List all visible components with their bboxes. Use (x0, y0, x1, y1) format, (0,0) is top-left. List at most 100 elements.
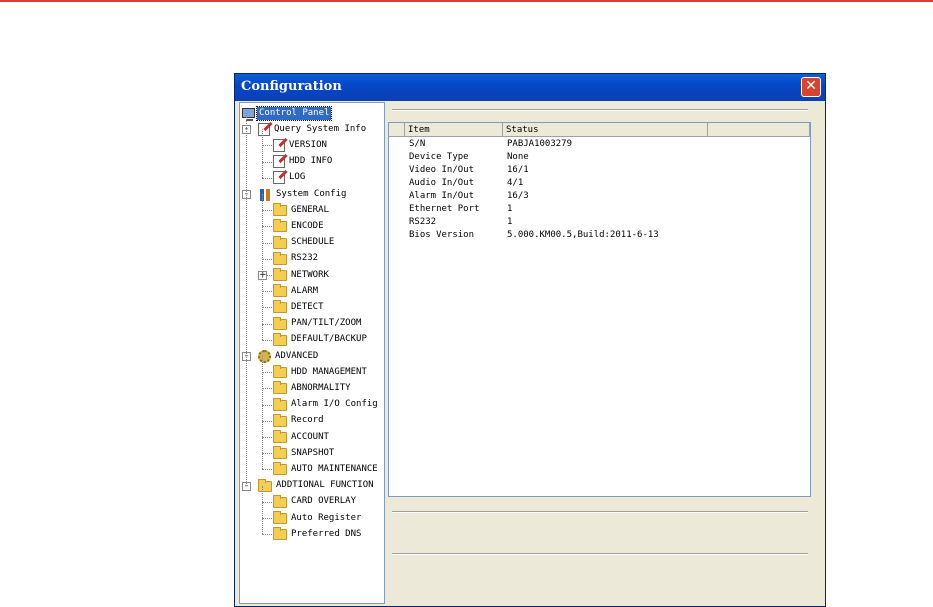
list-row[interactable]: Alarm In/Out 16/3 (389, 191, 809, 204)
list-row[interactable]: Bios Version 5.000.KM00.5,Build:2011-6-13 (389, 230, 809, 243)
bottom-separator (392, 553, 808, 555)
tree-label: Query System Info (274, 123, 367, 134)
tree-label: ENCODE (291, 220, 324, 231)
tree-item[interactable]: HDD INFO (273, 154, 334, 170)
tree-connector (262, 226, 272, 228)
tree-item[interactable]: CARD OVERLAY (273, 494, 358, 510)
tree-label: PAN/TILT/ZOOM (291, 318, 362, 329)
tree-label: Record (291, 415, 324, 426)
tree-item[interactable]: PAN/TILT/ZOOM (273, 316, 363, 332)
row-item-cell: Device Type (409, 152, 469, 162)
list-row[interactable]: RS232 1 (389, 217, 809, 230)
tree-item[interactable]: Preferred DNS (273, 526, 363, 542)
list-row[interactable]: Audio In/Out 4/1 (389, 178, 809, 191)
tree-connector (262, 518, 272, 519)
tree-connector (262, 485, 263, 535)
tree-connector (262, 469, 272, 471)
folder-icon (273, 527, 287, 541)
tree-group-2[interactable]: ADVANCED (258, 348, 320, 364)
tree-connector (262, 534, 272, 536)
column-header-status[interactable]: Status (503, 123, 708, 137)
tree-item[interactable]: DETECT (273, 299, 326, 315)
tree-connector (262, 323, 272, 325)
tree-connector (262, 372, 272, 374)
tree-connector (262, 501, 272, 503)
tree-connector (262, 404, 272, 406)
list-row[interactable]: Device Type None (389, 152, 809, 165)
folder-icon (273, 365, 287, 379)
tree-item[interactable]: NETWORK (273, 267, 331, 283)
tree-item[interactable]: RS232 (273, 251, 320, 267)
tree-item[interactable]: GENERAL (273, 202, 331, 218)
tree-label: RS232 (291, 253, 319, 264)
tree-item[interactable]: SCHEDULE (273, 235, 336, 251)
column-header-item[interactable]: Item (405, 123, 503, 137)
tools-icon (258, 188, 272, 201)
tree-item[interactable]: VERSION (273, 137, 329, 153)
tree-label: Preferred DNS (291, 528, 362, 539)
folder-icon (273, 268, 287, 281)
folder-icon (273, 511, 287, 524)
configuration-window: Configuration ✕ Control Panel Query Syste… (234, 73, 826, 607)
top-separator (392, 109, 808, 111)
tree-label: ADVANCED (275, 350, 319, 361)
tree-label: Control Panel (255, 105, 333, 121)
tree-item[interactable]: DEFAULT/BACKUP (273, 332, 369, 348)
tree-item[interactable]: LOG (273, 170, 307, 186)
control-panel-icon (242, 108, 255, 121)
close-button[interactable]: ✕ (801, 77, 821, 97)
folder-icon (273, 381, 287, 395)
tree-item[interactable]: Alarm I/O Config (273, 397, 380, 413)
document-icon (273, 155, 285, 169)
tree-connector (262, 129, 263, 178)
tree-label: HDD INFO (289, 156, 333, 167)
tree-label: VERSION (289, 139, 327, 150)
tree-group-0[interactable]: Query System Info (258, 121, 368, 137)
row-status-cell: 4/1 (507, 178, 524, 188)
tree-label: NETWORK (291, 269, 329, 280)
row-item-cell: Ethernet Port (409, 204, 480, 214)
tree-connector (262, 194, 263, 340)
list-header: Item Status (389, 123, 810, 138)
row-status-cell: 5.000.KM00.5,Build:2011-6-13 (507, 230, 659, 240)
document-icon (273, 138, 285, 152)
tree-item[interactable]: ALARM (273, 283, 320, 299)
tree-item-control-panel[interactable]: Control Panel (242, 105, 333, 121)
row-status-cell: None (507, 152, 529, 162)
gear-icon (258, 349, 271, 363)
tree-connector (262, 177, 272, 179)
folder-icon (273, 300, 287, 314)
header-spacer (389, 123, 405, 137)
tree-item[interactable]: Auto Register (273, 510, 363, 526)
tree-item[interactable]: Record (273, 413, 326, 429)
tree-connector (262, 388, 272, 390)
row-item-cell: RS232 (409, 217, 437, 227)
tree-item[interactable]: ENCODE (273, 218, 326, 234)
info-list[interactable]: Item Status S/N PABJA1003279 Device Type No… (388, 122, 811, 497)
tree-label: Alarm I/O Config (291, 399, 378, 410)
tree-item[interactable]: HDD MANAGEMENT (273, 364, 369, 380)
tree-item[interactable]: ABNORMALITY (273, 380, 353, 396)
tree-item[interactable]: ACCOUNT (273, 429, 331, 445)
config-tree[interactable]: Control Panel Query System Info - VERSION HD… (239, 102, 385, 604)
list-row[interactable]: Video In/Out 16/1 (389, 165, 809, 178)
column-header-empty[interactable] (708, 123, 810, 137)
tree-group-1[interactable]: System Config (258, 186, 348, 202)
folder-icon (273, 446, 287, 460)
title-bar[interactable]: Configuration ✕ (235, 74, 825, 101)
middle-separator (392, 511, 808, 513)
tree-group-3[interactable]: ADDTIONAL FUNCTION (258, 478, 376, 494)
folder-icon (273, 430, 287, 443)
tree-item[interactable]: SNAPSHOT (273, 445, 336, 461)
row-item-cell: S/N (409, 139, 426, 149)
tree-connector (262, 242, 272, 244)
list-row[interactable]: Ethernet Port 1 (389, 204, 809, 217)
row-status-cell: 1 (507, 204, 513, 214)
tree-label: GENERAL (291, 204, 329, 215)
tree-item[interactable]: AUTO MAINTENANCE (273, 461, 380, 477)
row-status-cell: 1 (507, 217, 513, 227)
edit-icon (258, 122, 270, 136)
list-row[interactable]: S/N PABJA1003279 (389, 139, 809, 152)
tree-connector (262, 291, 272, 293)
folder-icon (273, 413, 287, 427)
